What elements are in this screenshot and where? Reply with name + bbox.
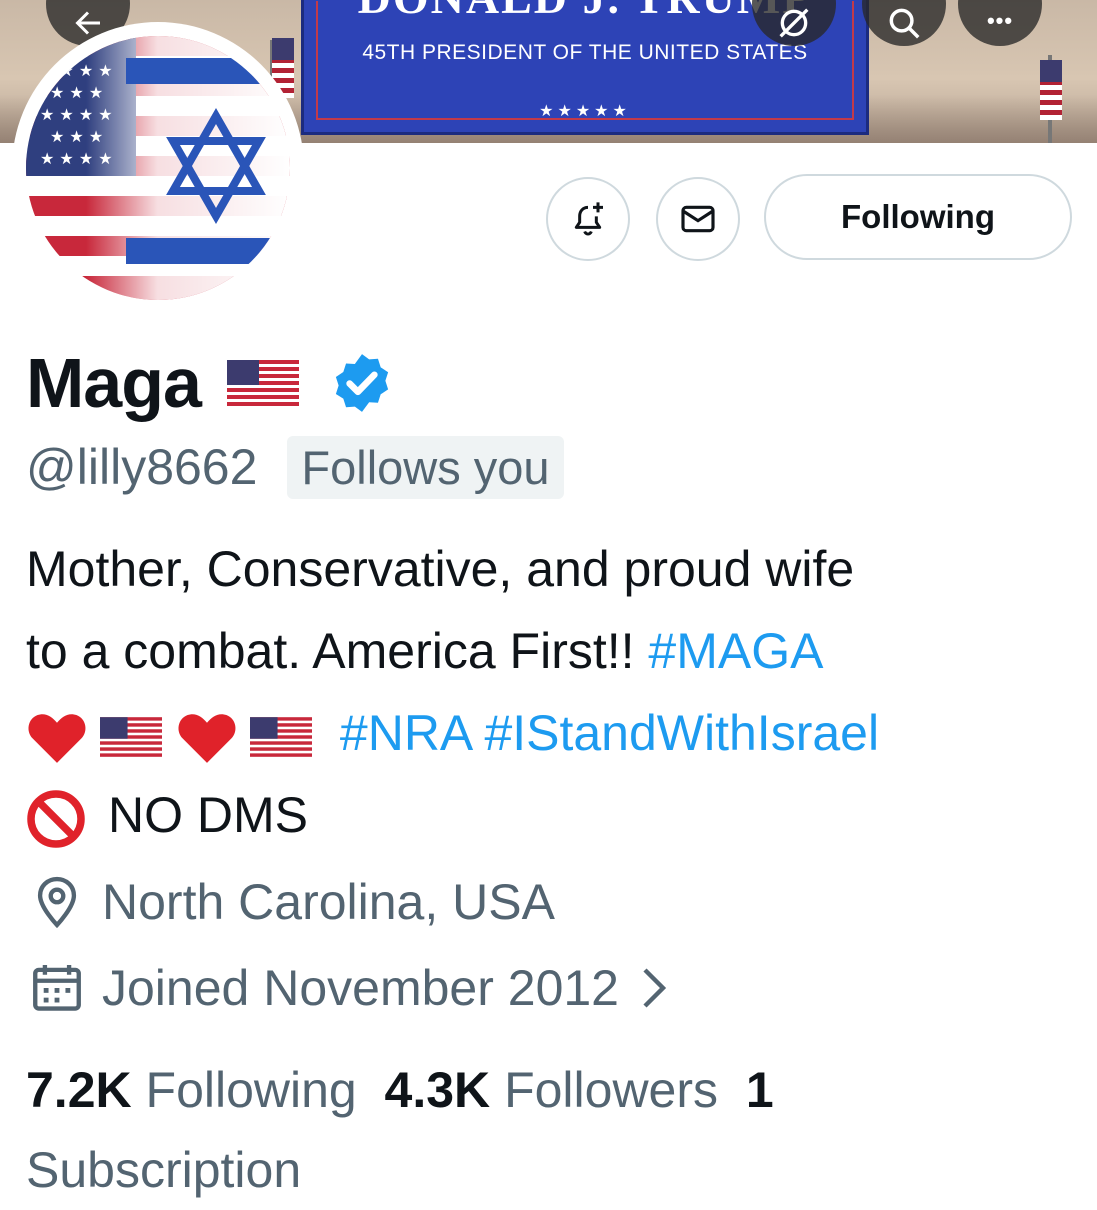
subscription-label: Subscription [26,1142,302,1198]
us-flag-emoji [226,360,299,406]
search-icon [889,8,920,39]
chevron-right-icon [643,968,667,1008]
user-handle: @lilly8662 [26,439,258,495]
bio-line-4: NO DMS [26,774,1066,856]
hashtag-istandwithisrael[interactable]: #IStandWithIsrael [484,705,879,761]
follows-you-badge: Follows you [287,435,564,499]
profile-stats: 7.2K Following 4.3K Followers 1 Subscript… [26,1050,1086,1210]
following-button[interactable]: Following [764,174,1072,260]
following-count: 7.2K [26,1062,132,1118]
envelope-icon [681,205,715,233]
display-name: Maga [26,344,202,422]
us-israel-flag-avatar: ★ ★ ★ ★ ★ ★ ★ ★ ★ ★ ★ ★ ★ ★ ★ ★ ★ ★ [26,36,290,300]
location-text: North Carolina, USA [102,874,555,930]
bell-plus-icon [574,202,603,236]
avatar[interactable]: ★ ★ ★ ★ ★ ★ ★ ★ ★ ★ ★ ★ ★ ★ ★ ★ ★ ★ [12,22,304,314]
prohibited-emoji [27,790,85,848]
location-pin-icon [37,876,77,929]
notifications-button[interactable] [546,177,630,261]
name-row: Maga [26,343,395,423]
us-flag-emoji [100,716,162,757]
calendar-icon [33,965,81,1011]
red-heart-emoji [28,714,86,763]
following-stat[interactable]: 7.2K Following [26,1062,357,1118]
bio-text: to a combat. America First!! [26,623,649,679]
hashtag-nra[interactable]: #NRA [340,705,471,761]
location-row: North Carolina, USA [28,869,555,935]
bio-line-1: Mother, Conservative, and proud wife [26,541,855,597]
joined-row[interactable]: Joined November 2012 [28,955,689,1021]
followers-stat[interactable]: 4.3K Followers [385,1062,718,1118]
no-dms-text: NO DMS [108,787,308,843]
more-icon: ••• [986,8,1014,33]
followers-count: 4.3K [384,1062,491,1118]
banner-sign-subtitle: 45TH PRESIDENT OF THE UNITED STATES [362,41,808,64]
us-flag-emoji [250,716,312,757]
following-label: Following [145,1062,357,1118]
message-button[interactable] [656,177,740,261]
bio: Mother, Conservative, and proud wife to … [26,528,1066,856]
subscription-count: 1 [745,1062,774,1118]
bio-line-3: #NRA #IStandWithIsrael [26,692,1066,774]
joined-text: Joined November 2012 [102,960,619,1016]
bio-line-2: to a combat. America First!! #MAGA [26,610,1066,692]
banner-flag-right [1040,60,1062,120]
banner-sign-stars: ★★★★★ [539,103,631,120]
handle-row: @lilly8662 Follows you [26,432,564,502]
grok-icon [779,8,809,38]
hashtag-maga[interactable]: #MAGA [648,623,823,679]
verified-badge-icon [335,354,389,412]
red-heart-emoji [178,714,236,763]
followers-label: Followers [504,1062,719,1118]
avatar-image: ★ ★ ★ ★ ★ ★ ★ ★ ★ ★ ★ ★ ★ ★ ★ ★ ★ ★ [26,36,290,300]
